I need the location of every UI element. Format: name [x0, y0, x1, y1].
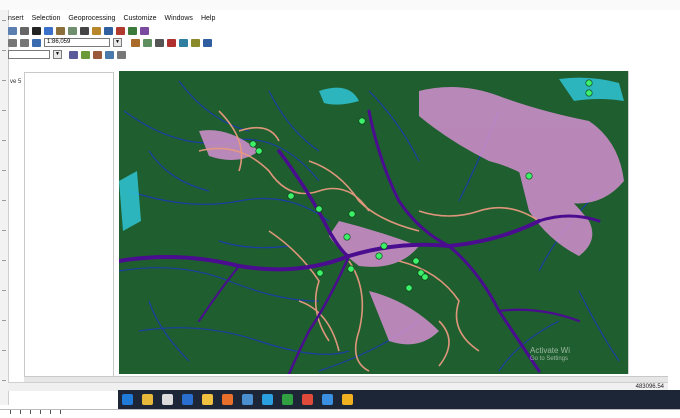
- layer-dropdown-button[interactable]: ▼: [53, 50, 62, 59]
- attribute-icon[interactable]: [105, 50, 114, 59]
- pan-icon[interactable]: [20, 26, 29, 35]
- tools-toolbar: 1:86,059 ▼: [8, 37, 212, 48]
- app-green-icon[interactable]: [282, 394, 293, 405]
- layout-icon[interactable]: [143, 38, 152, 47]
- firefox-icon[interactable]: [222, 394, 233, 405]
- binoculars-icon[interactable]: [80, 26, 89, 35]
- arcmap-icon[interactable]: [242, 394, 253, 405]
- vertex-icon[interactable]: [117, 50, 126, 59]
- identify-icon[interactable]: [203, 38, 212, 47]
- window-top-strip: [0, 0, 680, 10]
- menu-geoprocessing[interactable]: Geoprocessing: [68, 15, 115, 22]
- editor-toolbar: ▼: [8, 49, 126, 60]
- scale-input[interactable]: 1:86,059: [44, 38, 110, 47]
- print-icon[interactable]: [155, 38, 164, 47]
- catalog-icon[interactable]: [92, 26, 101, 35]
- table-of-contents-panel[interactable]: [24, 72, 114, 378]
- watermark-subtitle: Go to Settings: [530, 356, 569, 362]
- globe-icon[interactable]: [44, 26, 53, 35]
- skype-icon[interactable]: [262, 394, 273, 405]
- table-icon[interactable]: [68, 26, 77, 35]
- toc-label: ve 5: [10, 79, 22, 85]
- app-blue-icon[interactable]: [322, 394, 333, 405]
- standard-toolbar: [8, 25, 149, 36]
- sketch-icon[interactable]: [81, 50, 90, 59]
- menu-help[interactable]: Help: [201, 15, 215, 22]
- menu-windows[interactable]: Windows: [165, 15, 193, 22]
- files-icon[interactable]: [202, 394, 213, 405]
- measure-icon[interactable]: [191, 38, 200, 47]
- layer-select[interactable]: [8, 50, 50, 59]
- watermark-title: Activate Wi: [530, 346, 571, 355]
- model-icon[interactable]: [140, 26, 149, 35]
- export-icon[interactable]: [179, 38, 188, 47]
- windows-taskbar: [118, 390, 680, 409]
- menu-selection[interactable]: Selection: [32, 15, 61, 22]
- edit-icon[interactable]: [56, 26, 65, 35]
- menu-insert[interactable]: nsert: [8, 15, 24, 22]
- snap-icon[interactable]: [93, 50, 102, 59]
- toolbox-icon[interactable]: [116, 26, 125, 35]
- edge-icon[interactable]: [122, 394, 133, 405]
- store-icon[interactable]: [162, 394, 173, 405]
- menu-customize[interactable]: Customize: [123, 15, 156, 22]
- mail-icon[interactable]: [182, 394, 193, 405]
- file-explorer-icon[interactable]: [142, 394, 153, 405]
- layer-icon[interactable]: [131, 38, 140, 47]
- search-icon[interactable]: [104, 26, 113, 35]
- editor-icon[interactable]: [69, 50, 78, 59]
- pointer-icon[interactable]: [32, 26, 41, 35]
- right-panel: [628, 71, 669, 374]
- undo-icon[interactable]: [8, 38, 17, 47]
- left-ruler: [0, 10, 9, 405]
- menu-bar: nsert Selection Geoprocessing Customize …: [8, 12, 215, 24]
- chrome-icon[interactable]: [302, 394, 313, 405]
- redo-icon[interactable]: [20, 38, 29, 47]
- python-icon[interactable]: [128, 26, 137, 35]
- map-view[interactable]: [119, 71, 628, 374]
- refresh-icon[interactable]: [167, 38, 176, 47]
- activation-watermark: Activate Wi Go to Settings: [530, 346, 570, 364]
- zoom-icon[interactable]: [32, 38, 41, 47]
- add-data-icon[interactable]: [8, 26, 17, 35]
- chrome-alt-icon[interactable]: [342, 394, 353, 405]
- map-canvas: [119, 71, 628, 374]
- scale-dropdown-button[interactable]: ▼: [113, 38, 122, 47]
